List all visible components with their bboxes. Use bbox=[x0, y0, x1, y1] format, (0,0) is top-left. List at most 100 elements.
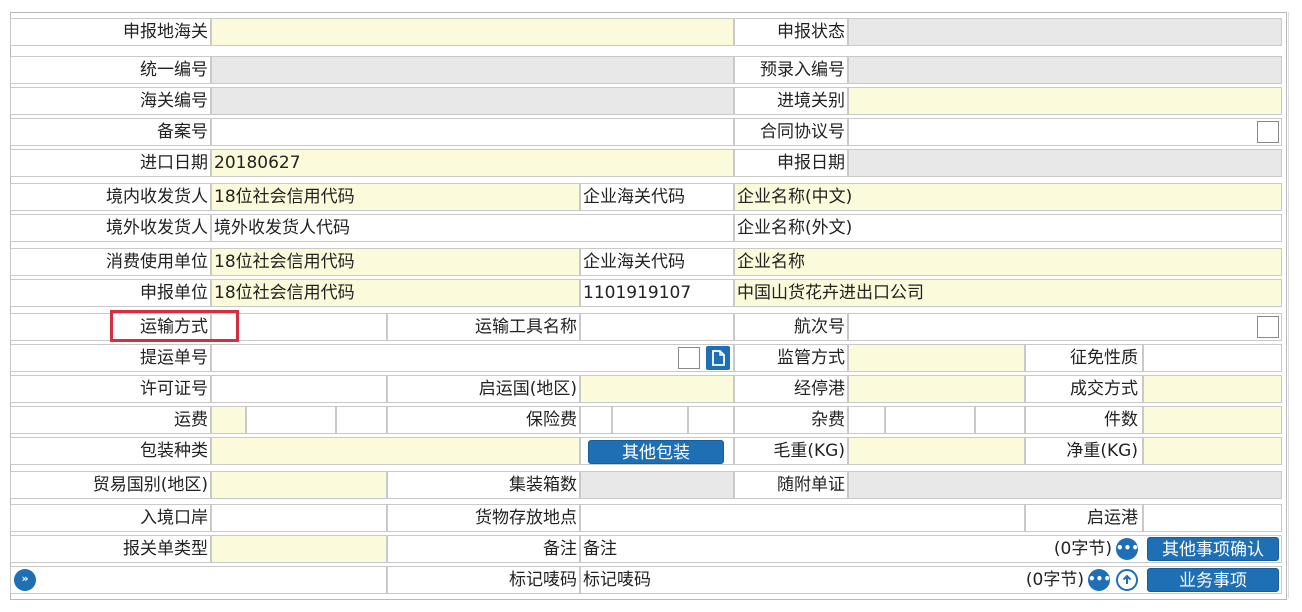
input-insurance-rate[interactable] bbox=[612, 406, 688, 434]
field-container-count bbox=[580, 471, 734, 499]
input-insurance-mark[interactable] bbox=[580, 406, 612, 434]
label-entry-customs: 进境关别 bbox=[734, 87, 848, 115]
field-customs-no bbox=[211, 87, 734, 115]
input-net-weight[interactable] bbox=[1143, 437, 1282, 465]
label-supervision-mode: 监管方式 bbox=[734, 344, 848, 372]
input-consumer-unit-code[interactable]: 18位社会信用代码 bbox=[211, 248, 580, 276]
voyage-checkbox[interactable] bbox=[1257, 316, 1279, 338]
input-domestic-consignee-name[interactable]: 企业名称(中文) bbox=[734, 183, 1282, 211]
input-deal-mode[interactable] bbox=[1143, 375, 1282, 403]
double-chevron-icon[interactable]: » bbox=[14, 569, 36, 591]
label-insurance: 保险费 bbox=[387, 406, 580, 434]
input-overseas-consignee-name[interactable]: 企业名称(外文) bbox=[734, 214, 1282, 242]
bill-checkbox[interactable] bbox=[678, 347, 700, 369]
input-vehicle-name[interactable] bbox=[580, 313, 734, 341]
input-overseas-consignee-code[interactable]: 境外收发货人代码 bbox=[211, 214, 734, 242]
field-unified-no bbox=[211, 56, 734, 84]
label-pieces: 件数 bbox=[1025, 406, 1143, 434]
contract-checkbox[interactable] bbox=[1257, 121, 1279, 143]
input-entry-customs[interactable] bbox=[848, 87, 1282, 115]
label-attached-docs: 随附单证 bbox=[734, 471, 848, 499]
field-declaring-unit-name[interactable]: 中国山货花卉进出口公司 bbox=[734, 279, 1282, 307]
label-domestic-consignee: 境内收发货人 bbox=[10, 183, 211, 211]
label-package-type: 包装种类 bbox=[10, 437, 211, 465]
label-stop-port: 经停港 bbox=[734, 375, 848, 403]
scrollbar[interactable] bbox=[1288, 12, 1299, 598]
label-declare-customs: 申报地海关 bbox=[10, 18, 211, 46]
input-departure-port[interactable] bbox=[1143, 504, 1282, 532]
input-misc-rate[interactable] bbox=[885, 406, 975, 434]
label-departure-country: 启运国(地区) bbox=[387, 375, 580, 403]
field-declare-status bbox=[848, 18, 1282, 46]
more-dots-icon[interactable]: ••• bbox=[1088, 569, 1111, 591]
label-vehicle-name: 运输工具名称 bbox=[387, 313, 580, 341]
label-consumer-unit: 消费使用单位 bbox=[10, 248, 211, 276]
label-levy-nature: 征免性质 bbox=[1025, 344, 1143, 372]
business-matters-button[interactable]: 业务事项 bbox=[1147, 568, 1279, 592]
input-import-date[interactable]: 20180627 bbox=[211, 149, 734, 177]
label-container-count: 集装箱数 bbox=[387, 471, 580, 499]
label-deal-mode: 成交方式 bbox=[1025, 375, 1143, 403]
label-contract-no: 合同协议号 bbox=[734, 118, 848, 146]
label-overseas-consignee: 境外收发货人 bbox=[10, 214, 211, 242]
input-freight-currency[interactable] bbox=[336, 406, 387, 434]
other-matters-confirm-button[interactable]: 其他事项确认 bbox=[1147, 537, 1279, 561]
label-unified-no: 统一编号 bbox=[10, 56, 211, 84]
input-decl-type[interactable] bbox=[211, 535, 387, 563]
label-enterprise-customs-code-2: 企业海关代码 bbox=[580, 248, 734, 276]
label-departure-port: 启运港 bbox=[1025, 504, 1143, 532]
label-import-date: 进口日期 bbox=[10, 149, 211, 177]
label-license-no: 许可证号 bbox=[10, 375, 211, 403]
input-domestic-consignee-code[interactable]: 18位社会信用代码 bbox=[211, 183, 580, 211]
more-dots-icon[interactable]: ••• bbox=[1116, 538, 1139, 560]
input-supervision-mode[interactable] bbox=[848, 344, 1025, 372]
field-attached-docs bbox=[848, 471, 1282, 499]
input-declaring-unit-code[interactable]: 18位社会信用代码 bbox=[211, 279, 580, 307]
label-declaring-unit: 申报单位 bbox=[10, 279, 211, 307]
label-bill-no: 提运单号 bbox=[10, 344, 211, 372]
input-record-no[interactable] bbox=[211, 118, 734, 146]
label-enterprise-customs-code-1: 企业海关代码 bbox=[580, 183, 734, 211]
label-freight: 运费 bbox=[10, 406, 211, 434]
input-freight-mark[interactable] bbox=[211, 406, 246, 434]
input-declare-customs[interactable] bbox=[211, 18, 734, 46]
marks-byte-count: (0字节) bbox=[1025, 570, 1084, 590]
input-contract-no[interactable] bbox=[848, 118, 1282, 146]
input-pieces[interactable] bbox=[1143, 406, 1282, 434]
expand-cell bbox=[10, 566, 387, 594]
label-net-weight: 净重(KG) bbox=[1025, 437, 1143, 465]
field-declare-date bbox=[848, 149, 1282, 177]
input-misc-currency[interactable] bbox=[975, 406, 1025, 434]
other-packaging-button[interactable]: 其他包装 bbox=[588, 440, 724, 464]
input-storage-place[interactable] bbox=[580, 504, 1025, 532]
document-icon[interactable] bbox=[706, 346, 730, 370]
input-bill-no[interactable] bbox=[211, 344, 734, 372]
input-entry-port[interactable] bbox=[211, 504, 387, 532]
transport-mode-highlight bbox=[110, 310, 239, 342]
input-stop-port[interactable] bbox=[848, 375, 1025, 403]
input-trade-country[interactable] bbox=[211, 471, 387, 499]
input-gross-weight[interactable] bbox=[848, 437, 1025, 465]
input-freight-rate[interactable] bbox=[246, 406, 336, 434]
label-declare-date: 申报日期 bbox=[734, 149, 848, 177]
label-voyage-no: 航次号 bbox=[734, 313, 848, 341]
input-levy-nature[interactable] bbox=[1143, 344, 1282, 372]
input-voyage-no[interactable] bbox=[848, 313, 1282, 341]
label-pre-entry-no: 预录入编号 bbox=[734, 56, 848, 84]
label-entry-port: 入境口岸 bbox=[10, 504, 211, 532]
field-pre-entry-no bbox=[848, 56, 1282, 84]
label-customs-no: 海关编号 bbox=[10, 87, 211, 115]
label-record-no: 备案号 bbox=[10, 118, 211, 146]
label-declare-status: 申报状态 bbox=[734, 18, 848, 46]
input-insurance-currency[interactable] bbox=[688, 406, 734, 434]
arrow-up-circle-icon[interactable] bbox=[1116, 569, 1138, 591]
field-declaring-unit-customs-code: 1101919107 bbox=[580, 279, 734, 307]
input-misc-mark[interactable] bbox=[848, 406, 885, 434]
input-consumer-unit-name[interactable]: 企业名称 bbox=[734, 248, 1282, 276]
label-remarks: 备注 bbox=[387, 535, 580, 563]
label-trade-country: 贸易国别(地区) bbox=[10, 471, 211, 499]
input-departure-country[interactable] bbox=[580, 375, 734, 403]
input-license-no[interactable] bbox=[211, 375, 387, 403]
input-package-type[interactable] bbox=[211, 437, 580, 465]
label-gross-weight: 毛重(KG) bbox=[734, 437, 848, 465]
